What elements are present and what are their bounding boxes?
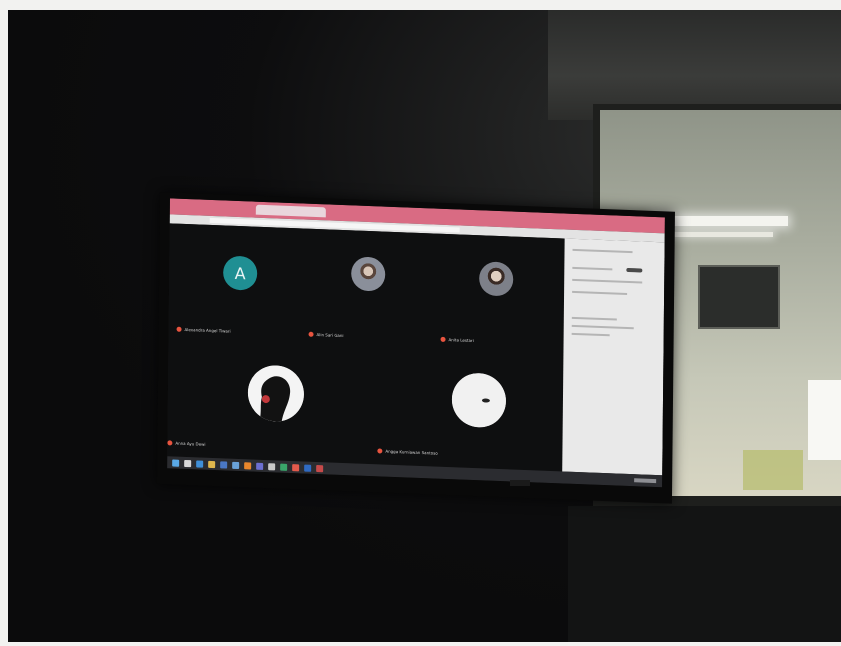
- taskbar-clock[interactable]: [634, 478, 657, 484]
- participant-name: Alexandra Angel Tiwari: [184, 326, 231, 334]
- panel-text-line: [571, 332, 610, 337]
- participant-name: Anita Lestari: [448, 337, 474, 344]
- ceiling-light-secondary: [668, 232, 773, 237]
- participant-name-label: Alexandra Angel Tiwari: [176, 326, 231, 334]
- mic-off-icon: [377, 448, 383, 454]
- silhouette-icon: [247, 365, 304, 422]
- word-icon[interactable]: [304, 464, 312, 472]
- panel-header-text: [572, 248, 633, 254]
- photo-of-monitor-scene: A Alexandra Angel Tiwari Alin Sari Gani: [0, 0, 841, 646]
- edge-icon[interactable]: [196, 459, 204, 468]
- panel-text-line: [571, 324, 634, 330]
- green-object: [743, 450, 803, 490]
- app-icon[interactable]: [316, 464, 324, 472]
- taskbar-icons: [167, 458, 324, 472]
- monitor-screen: A Alexandra Angel Tiwari Alin Sari Gani: [167, 198, 665, 488]
- panel-text-line: [571, 316, 617, 321]
- participant-name: Angga Kurniawan Santoso: [385, 448, 438, 456]
- mic-off-icon: [308, 331, 314, 337]
- participant-avatar: [247, 364, 305, 423]
- participant-name-label: Anna Ayu Dewi: [167, 440, 206, 447]
- mic-off-icon: [440, 336, 446, 342]
- browser-tab[interactable]: [255, 204, 326, 218]
- participant-tile[interactable]: Anna Ayu Dewi: [167, 343, 305, 455]
- wall-picture: [698, 265, 780, 329]
- dark-floor: [568, 506, 841, 642]
- participant-name: Anna Ayu Dewi: [175, 440, 206, 447]
- bright-window-patch: [808, 380, 841, 460]
- panel-text-line: [572, 290, 628, 295]
- store-icon[interactable]: [220, 460, 228, 469]
- monitor-stand: [510, 480, 530, 486]
- participant-tile[interactable]: Alin Sari Gani: [308, 235, 427, 347]
- mic-off-icon: [167, 440, 173, 446]
- toggle-switch[interactable]: [626, 267, 643, 273]
- participant-tile[interactable]: A Alexandra Angel Tiwari: [176, 230, 295, 342]
- folder-icon[interactable]: [208, 460, 216, 468]
- participant-name: Alin Sari Gani: [316, 332, 344, 339]
- participant-avatar: A: [223, 255, 258, 291]
- participant-tile[interactable]: Anita Lestari: [440, 240, 559, 352]
- participant-avatar: [351, 256, 386, 292]
- search-icon[interactable]: [184, 459, 192, 467]
- app-icon[interactable]: [268, 462, 276, 470]
- mail-icon[interactable]: [232, 461, 240, 469]
- video-meeting-grid: A Alexandra Angel Tiwari Alin Sari Gani: [167, 223, 565, 472]
- participant-tile[interactable]: Angga Kurniawan Santoso: [377, 351, 528, 465]
- participant-avatar: [451, 372, 507, 429]
- panel-text-line: [572, 266, 613, 271]
- participant-name-label: Anita Lestari: [440, 336, 474, 344]
- chrome-icon[interactable]: [292, 463, 300, 471]
- participant-avatar: [479, 261, 514, 297]
- mic-off-icon: [176, 326, 182, 332]
- vlc-icon[interactable]: [244, 461, 252, 470]
- teams-icon[interactable]: [256, 462, 264, 470]
- participant-name-label: Angga Kurniawan Santoso: [377, 448, 438, 456]
- meeting-side-panel: [562, 238, 665, 476]
- monitor: A Alexandra Angel Tiwari Alin Sari Gani: [156, 192, 675, 504]
- start-icon[interactable]: [172, 458, 180, 467]
- panel-text-line: [572, 278, 643, 284]
- blob-icon: [451, 373, 506, 428]
- participant-name-label: Alin Sari Gani: [308, 331, 344, 339]
- app-icon[interactable]: [280, 463, 288, 471]
